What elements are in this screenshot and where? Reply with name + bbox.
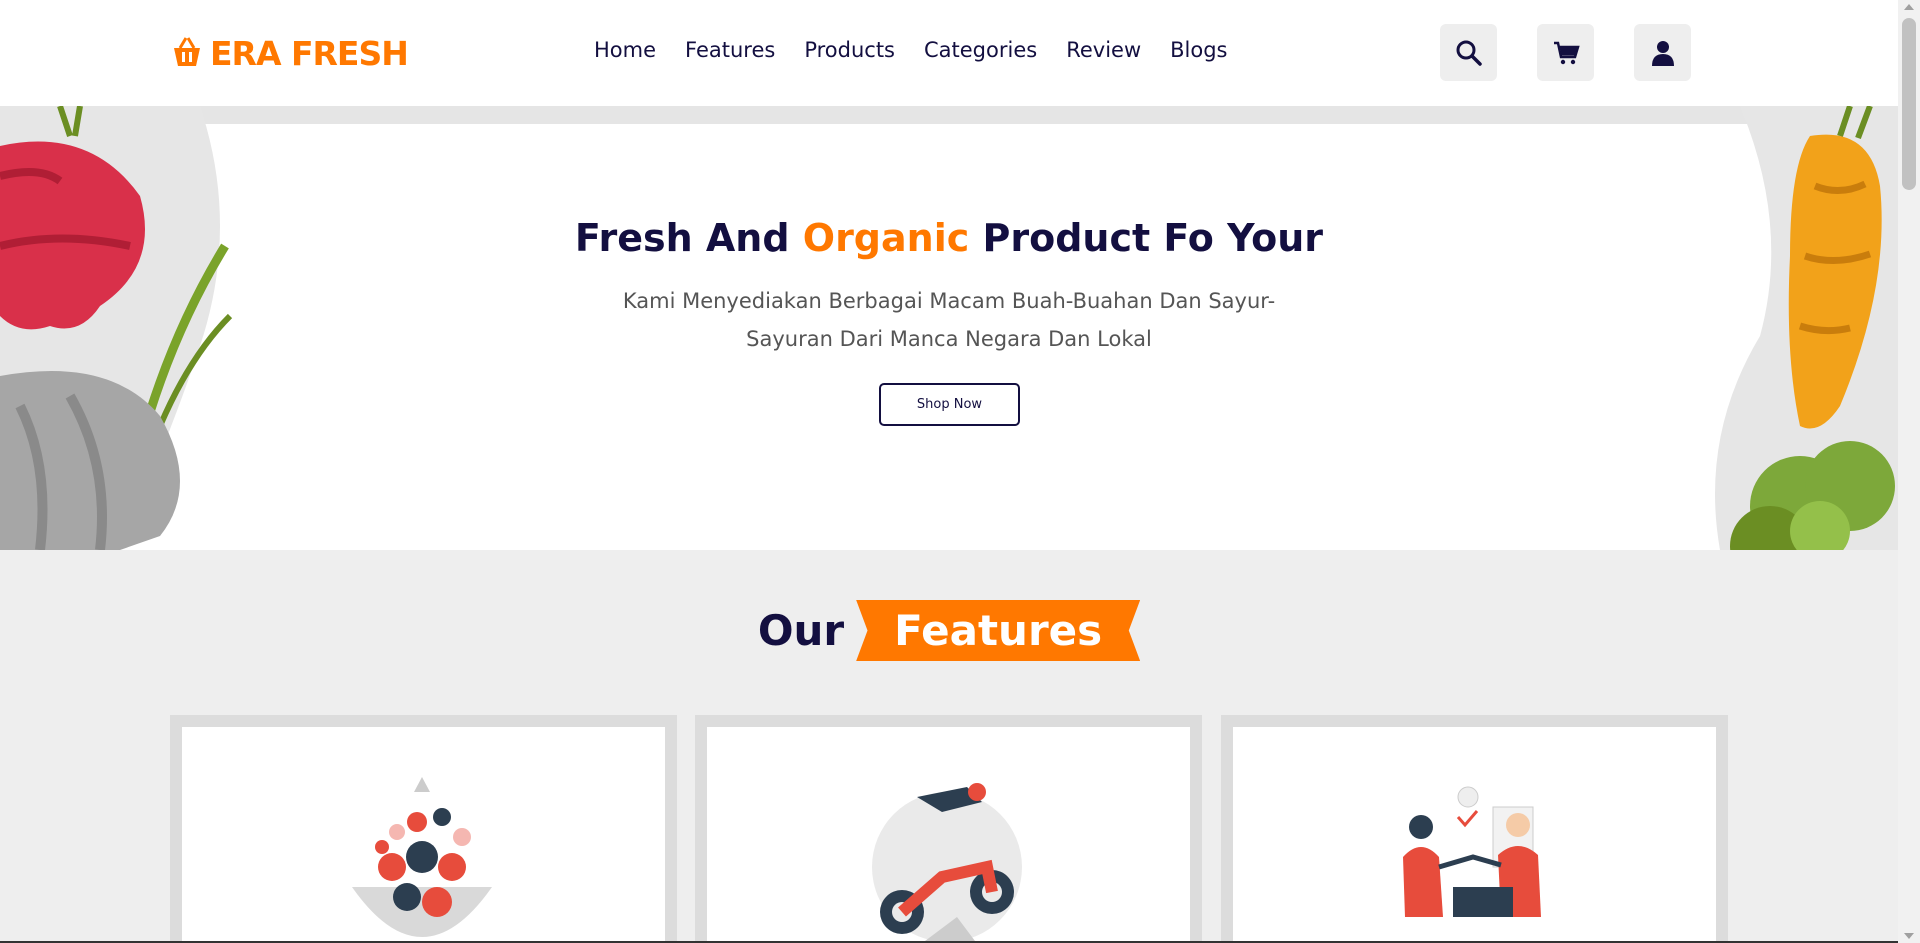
feature-card: [1221, 715, 1728, 943]
features-heading-plain: Our: [757, 606, 845, 655]
hero-title: Fresh And Organic Product Fo Your: [0, 216, 1898, 260]
feature-card: [170, 715, 677, 943]
page-scrollbar[interactable]: [1898, 0, 1920, 943]
logo[interactable]: ERA FRESH: [170, 34, 409, 73]
payment-handshake-illustration: [1403, 786, 1541, 917]
hero-banner: Fresh And Organic Product Fo Your Kami M…: [0, 106, 1898, 550]
feature-card-inner: [1233, 727, 1716, 943]
nav-blogs[interactable]: Blogs: [1170, 38, 1227, 62]
vegetables-left-illustration: [0, 106, 233, 550]
basket-icon: [170, 36, 204, 72]
user-icon: [1651, 40, 1674, 66]
hero-title-part2: Product Fo Your: [969, 216, 1324, 260]
hero-title-part1: Fresh And: [574, 216, 803, 260]
feature-card-inner: [182, 727, 665, 943]
nav-review[interactable]: Review: [1066, 38, 1141, 62]
vegetables-right-illustration: [1715, 106, 1898, 550]
scroll-down-arrow-icon[interactable]: [1904, 933, 1914, 939]
brand-name: ERA FRESH: [210, 34, 409, 73]
cart-icon: [1553, 41, 1580, 64]
feature-card-inner: [707, 727, 1190, 943]
features-heading: Our Features: [0, 600, 1898, 661]
search-icon: [1456, 40, 1482, 66]
cart-button[interactable]: [1537, 24, 1594, 81]
nav-categories[interactable]: Categories: [924, 38, 1037, 62]
search-button[interactable]: [1440, 24, 1497, 81]
hero-top-band: [6, 106, 1898, 124]
fruit-bowl-illustration: [352, 777, 492, 937]
hero-title-accent: Organic: [802, 216, 970, 260]
scrollbar-thumb[interactable]: [1902, 18, 1916, 190]
user-button[interactable]: [1634, 24, 1691, 81]
feature-card: [695, 715, 1202, 943]
features-heading-tag: Features: [856, 600, 1141, 661]
hero-subtitle: Kami Menyediakan Berbagai Macam Buah-Bua…: [622, 289, 1276, 351]
nav-home[interactable]: Home: [594, 38, 656, 62]
nav-features[interactable]: Features: [685, 38, 775, 62]
site-header: ERA FRESH Home Features Products Categor…: [0, 0, 1898, 106]
nav-products[interactable]: Products: [804, 38, 895, 62]
scroll-up-arrow-icon[interactable]: [1904, 4, 1914, 10]
shop-now-button[interactable]: Shop Now: [879, 383, 1020, 426]
main-nav: Home Features Products Categories Review…: [594, 38, 1228, 62]
delivery-motorbike-illustration: [872, 783, 1022, 943]
